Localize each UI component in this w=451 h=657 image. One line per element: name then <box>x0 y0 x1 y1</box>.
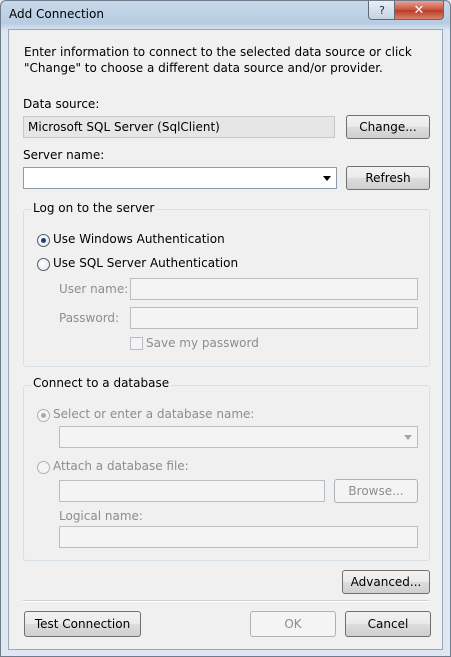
test-connection-button[interactable]: Test Connection <box>24 611 141 637</box>
windows-auth-label[interactable]: Use Windows Authentication <box>53 232 225 246</box>
title-bar[interactable]: Add Connection ? ✕ <box>1 1 450 29</box>
test-connection-button-label: Test Connection <box>34 617 131 631</box>
sql-auth-radio[interactable] <box>37 258 50 271</box>
help-button[interactable]: ? <box>368 1 396 20</box>
attach-database-label[interactable]: Attach a database file: <box>53 459 189 473</box>
save-password-label[interactable]: Save my password <box>146 336 259 350</box>
refresh-button[interactable]: Refresh <box>346 166 430 190</box>
attach-database-radio[interactable] <box>37 461 50 474</box>
advanced-button-label: Advanced... <box>350 575 422 589</box>
server-name-combo[interactable] <box>23 167 337 189</box>
add-connection-dialog: Add Connection ? ✕ Enter information to … <box>0 0 451 657</box>
close-icon: ✕ <box>413 2 425 18</box>
sql-auth-label[interactable]: Use SQL Server Authentication <box>53 256 238 270</box>
cancel-button[interactable]: Cancel <box>345 611 431 637</box>
save-password-checkbox[interactable] <box>130 337 143 350</box>
database-group-title: Connect to a database <box>31 376 172 390</box>
data-source-value: Microsoft SQL Server (SqlClient) <box>23 116 335 138</box>
logical-name-input[interactable] <box>59 526 418 548</box>
intro-text: Enter information to connect to the sele… <box>24 45 412 75</box>
chevron-down-icon[interactable] <box>323 176 331 181</box>
database-name-combo[interactable] <box>59 426 418 448</box>
advanced-button[interactable]: Advanced... <box>342 570 430 594</box>
browse-button-label: Browse... <box>348 484 404 498</box>
select-database-radio[interactable] <box>37 409 50 422</box>
ok-button[interactable]: OK <box>250 611 336 637</box>
user-name-label: User name: <box>59 282 129 296</box>
help-icon: ? <box>379 3 385 17</box>
cancel-button-label: Cancel <box>367 617 409 631</box>
logical-name-label: Logical name: <box>59 509 143 523</box>
logon-group-title: Log on to the server <box>31 201 157 215</box>
refresh-button-label: Refresh <box>365 171 411 185</box>
user-name-input[interactable] <box>130 278 418 300</box>
change-button-label: Change... <box>359 120 417 134</box>
database-file-input[interactable] <box>59 480 325 502</box>
data-source-label: Data source: <box>23 97 100 111</box>
select-database-label[interactable]: Select or enter a database name: <box>53 407 254 421</box>
dialog-title: Add Connection <box>9 7 104 21</box>
close-button[interactable]: ✕ <box>394 1 444 20</box>
chevron-down-icon[interactable] <box>404 435 412 440</box>
browse-button[interactable]: Browse... <box>334 479 418 503</box>
password-label: Password: <box>59 311 120 325</box>
change-button[interactable]: Change... <box>346 115 430 139</box>
bottom-separator <box>23 600 429 602</box>
server-name-label: Server name: <box>23 148 105 162</box>
ok-button-label: OK <box>284 617 302 631</box>
dialog-body: Enter information to connect to the sele… <box>8 29 443 650</box>
password-input[interactable] <box>130 307 418 329</box>
windows-auth-radio[interactable] <box>37 234 50 247</box>
